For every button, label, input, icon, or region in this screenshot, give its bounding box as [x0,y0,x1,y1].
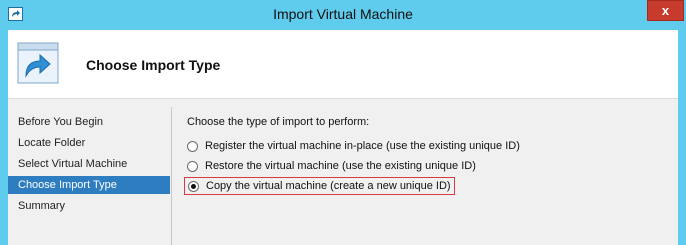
import-type-prompt: Choose the type of import to perform: [187,116,370,128]
radio-restore[interactable] [187,160,198,172]
import-type-panel: Choose the type of import to perform: Re… [184,116,520,195]
option-label: Register the virtual machine in-place (u… [205,140,520,152]
option-restore[interactable]: Restore the virtual machine (use the exi… [187,158,476,174]
sidebar-item-locate-folder[interactable]: Locate Folder [8,134,170,152]
sidebar-item-choose-import-type[interactable]: Choose Import Type [8,176,170,194]
radio-copy[interactable] [188,180,199,192]
option-register-in-place[interactable]: Register the virtual machine in-place (u… [187,138,520,154]
sidebar-item-select-virtual-machine[interactable]: Select Virtual Machine [8,155,170,173]
sidebar-item-before-you-begin[interactable]: Before You Begin [8,113,170,131]
page-title: Choose Import Type [86,57,221,73]
option-label: Copy the virtual machine (create a new u… [206,180,451,192]
wizard-header: Choose Import Type [8,30,678,99]
option-label: Restore the virtual machine (use the exi… [205,160,476,172]
import-arrow-icon [17,42,59,84]
window-title: Import Virtual Machine [273,6,413,22]
wizard-client-area: Choose Import Type Before You Begin Loca… [8,30,678,245]
wizard-steps-sidebar: Before You Begin Locate Folder Select Vi… [8,107,172,245]
radio-register-in-place[interactable] [187,140,198,152]
option-copy[interactable]: Copy the virtual machine (create a new u… [184,177,455,195]
close-button[interactable]: x [647,0,684,21]
sidebar-item-summary[interactable]: Summary [8,197,170,215]
title-bar[interactable]: Import Virtual Machine x [0,0,686,30]
import-vm-window: Import Virtual Machine x Choose Import T… [0,0,686,245]
